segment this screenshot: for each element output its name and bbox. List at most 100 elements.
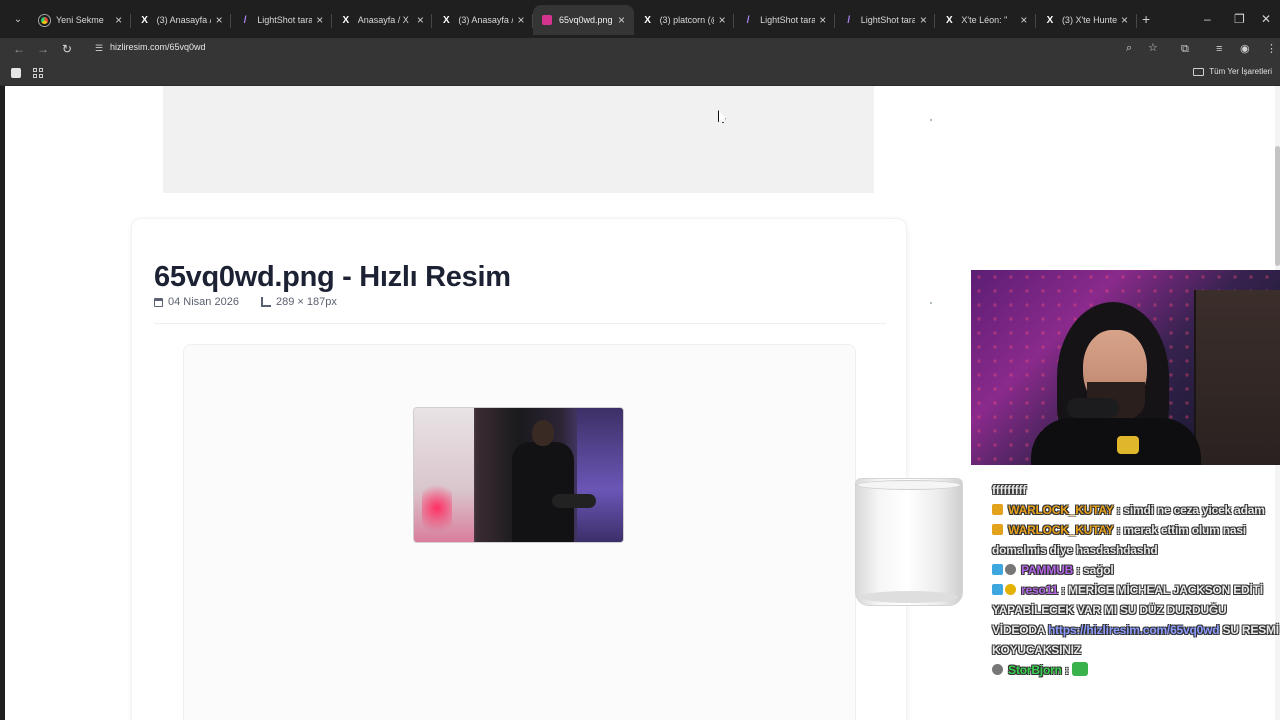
feather-icon: / xyxy=(746,14,750,26)
extensions-icon[interactable]: ⧉ xyxy=(1181,40,1189,58)
tab-title: (3) Anasayfa / X xyxy=(458,15,513,25)
x-icon: X xyxy=(342,14,350,26)
ruler-icon xyxy=(260,297,271,307)
ad-placeholder xyxy=(163,86,874,193)
crown-badge-icon xyxy=(992,504,1003,515)
browser-toolbar: ← → ↻ ☰ hizliresim.com/65vq0wd ⌕ ☆ ⧉ ≡ ◉… xyxy=(0,38,1280,60)
chat-text: : simdi ne ceza yicek adam xyxy=(1116,503,1265,517)
chat-username: WARLOCK_KUTAY xyxy=(1008,523,1114,537)
feather-icon: / xyxy=(243,14,247,26)
chat-message: WARLOCK_KUTAY : simdi ne ceza yicek adam xyxy=(988,500,1280,520)
tab-search-button[interactable]: ⌄ xyxy=(8,10,28,30)
chat-username: WARLOCK_KUTAY xyxy=(1008,503,1114,517)
chat-message: reso11 : MERİCE MİCHEAL JACKSON EDİTİ YA… xyxy=(988,580,1280,660)
bookmark-star-icon[interactable]: ☆ xyxy=(1148,41,1158,55)
close-icon[interactable]: × xyxy=(915,13,931,27)
close-icon[interactable]: × xyxy=(513,13,529,27)
chat-text: : xyxy=(1064,663,1069,677)
cube-badge-icon xyxy=(992,564,1003,575)
x-icon: X xyxy=(443,14,450,26)
tab[interactable]: / LightShot taraf × xyxy=(734,5,835,35)
chat-link[interactable]: https://hizliresim.com/65vq0wd xyxy=(1048,623,1220,637)
coin-badge-icon xyxy=(1005,584,1016,595)
tab[interactable]: X X'te Léon: " × xyxy=(935,5,1036,35)
zoom-icon[interactable]: ⌕ xyxy=(1126,41,1132,55)
tab[interactable]: X (3) X'te Hunter × xyxy=(1036,5,1137,35)
tab-title: (3) platcorn (@ xyxy=(659,15,715,25)
cube-badge-icon xyxy=(992,584,1003,595)
shield-badge-icon xyxy=(1005,564,1016,575)
restore-icon[interactable]: ❐ xyxy=(1234,9,1245,29)
minimize-icon[interactable]: – xyxy=(1204,9,1211,29)
tab-title: Anasayfa / X xyxy=(357,15,409,25)
new-tab-button[interactable]: + xyxy=(1142,10,1150,28)
image-icon xyxy=(541,14,553,26)
tab[interactable]: X Anasayfa / X × xyxy=(332,5,433,35)
back-button[interactable]: ← xyxy=(10,40,28,58)
tab[interactable]: / LightShot taraf × xyxy=(835,5,936,35)
close-icon[interactable]: × xyxy=(412,13,428,27)
forward-button[interactable]: → xyxy=(34,40,52,58)
image-meta: 04 Nisan 2026 289 × 187px xyxy=(154,296,359,308)
dot xyxy=(930,119,932,121)
uploaded-image[interactable] xyxy=(413,407,624,543)
shield-badge-icon xyxy=(992,664,1003,675)
media-controls-icon[interactable]: ≡ xyxy=(1216,40,1222,58)
window-close-icon[interactable]: ✕ xyxy=(1261,9,1271,29)
reload-button[interactable]: ↻ xyxy=(58,40,76,58)
x-icon: X xyxy=(644,14,651,26)
upload-date: 04 Nisan 2026 xyxy=(154,296,239,308)
close-icon[interactable]: × xyxy=(714,13,730,27)
close-icon[interactable]: × xyxy=(815,13,831,27)
chat-text: : sağol xyxy=(1076,563,1114,577)
stream-chat-overlay: fffffffff WARLOCK_KUTAY : simdi ne ceza … xyxy=(988,480,1280,720)
tab[interactable]: X (3) platcorn (@ × xyxy=(634,5,735,35)
close-icon[interactable]: × xyxy=(1117,13,1133,27)
glass-overlay-image xyxy=(855,478,963,606)
x-icon: X xyxy=(141,14,148,26)
webcam-overlay xyxy=(971,270,1280,465)
close-icon[interactable]: × xyxy=(111,13,127,27)
tab[interactable]: / LightShot taraf × xyxy=(231,5,332,35)
tab-title: (3) Anasayfa / X xyxy=(156,15,212,25)
chat-username: PAMMUB xyxy=(1021,563,1074,577)
close-icon[interactable]: × xyxy=(211,13,227,27)
tab-title: LightShot taraf xyxy=(860,15,916,25)
chat-text: fffffffff xyxy=(992,483,1027,497)
crown-badge-icon xyxy=(992,524,1003,535)
tab[interactable]: X (3) Anasayfa / X× xyxy=(131,5,232,35)
chrome-icon xyxy=(38,14,50,26)
bookmark-app-icon[interactable] xyxy=(11,68,21,78)
chat-username: reso11 xyxy=(1021,583,1058,597)
close-icon[interactable]: × xyxy=(614,13,630,27)
dot xyxy=(930,302,932,304)
feather-icon: / xyxy=(847,14,851,26)
page-title: 65vq0wd.png - Hızlı Resim xyxy=(154,261,511,293)
all-bookmarks-button[interactable]: Tüm Yer İşaretleri xyxy=(1193,67,1272,76)
url-text: hizliresim.com/65vq0wd xyxy=(110,42,206,52)
tab[interactable]: Yeni Sekme × xyxy=(30,5,131,35)
close-icon[interactable]: × xyxy=(1016,13,1032,27)
close-icon[interactable]: × xyxy=(312,13,328,27)
tab-active[interactable]: 65vq0wd.png × xyxy=(532,5,634,35)
tab-title: Yeni Sekme xyxy=(56,15,104,25)
chat-message: StorBjorn : xyxy=(988,660,1280,680)
menu-icon[interactable]: ⋮ xyxy=(1266,40,1277,58)
tab-list: Yeni Sekme× X(3) Anasayfa / X× /LightSho… xyxy=(30,5,1137,35)
chat-message: WARLOCK_KUTAY : merak ettim olum nasi do… xyxy=(988,520,1280,560)
all-bookmarks-label: Tüm Yer İşaretleri xyxy=(1209,67,1272,76)
chat-message: fffffffff xyxy=(988,480,1280,500)
site-info-icon[interactable]: ☰ xyxy=(92,41,106,55)
apps-grid-icon[interactable] xyxy=(33,68,43,78)
address-bar[interactable]: ☰ hizliresim.com/65vq0wd ⌕ ☆ xyxy=(84,38,1174,58)
tab-title: 65vq0wd.png xyxy=(558,15,613,25)
tab[interactable]: X (3) Anasayfa / X× xyxy=(432,5,533,35)
calendar-icon xyxy=(154,297,163,307)
bookmarks-bar: Tüm Yer İşaretleri xyxy=(0,60,1280,86)
upload-date-text: 04 Nisan 2026 xyxy=(168,296,239,308)
scrollbar-thumb[interactable] xyxy=(1275,146,1280,266)
tab-title: (3) X'te Hunter xyxy=(1061,15,1117,25)
tab-title: X'te Léon: " xyxy=(961,15,1008,25)
x-icon: X xyxy=(1046,14,1054,26)
profile-icon[interactable]: ◉ xyxy=(1240,40,1250,58)
